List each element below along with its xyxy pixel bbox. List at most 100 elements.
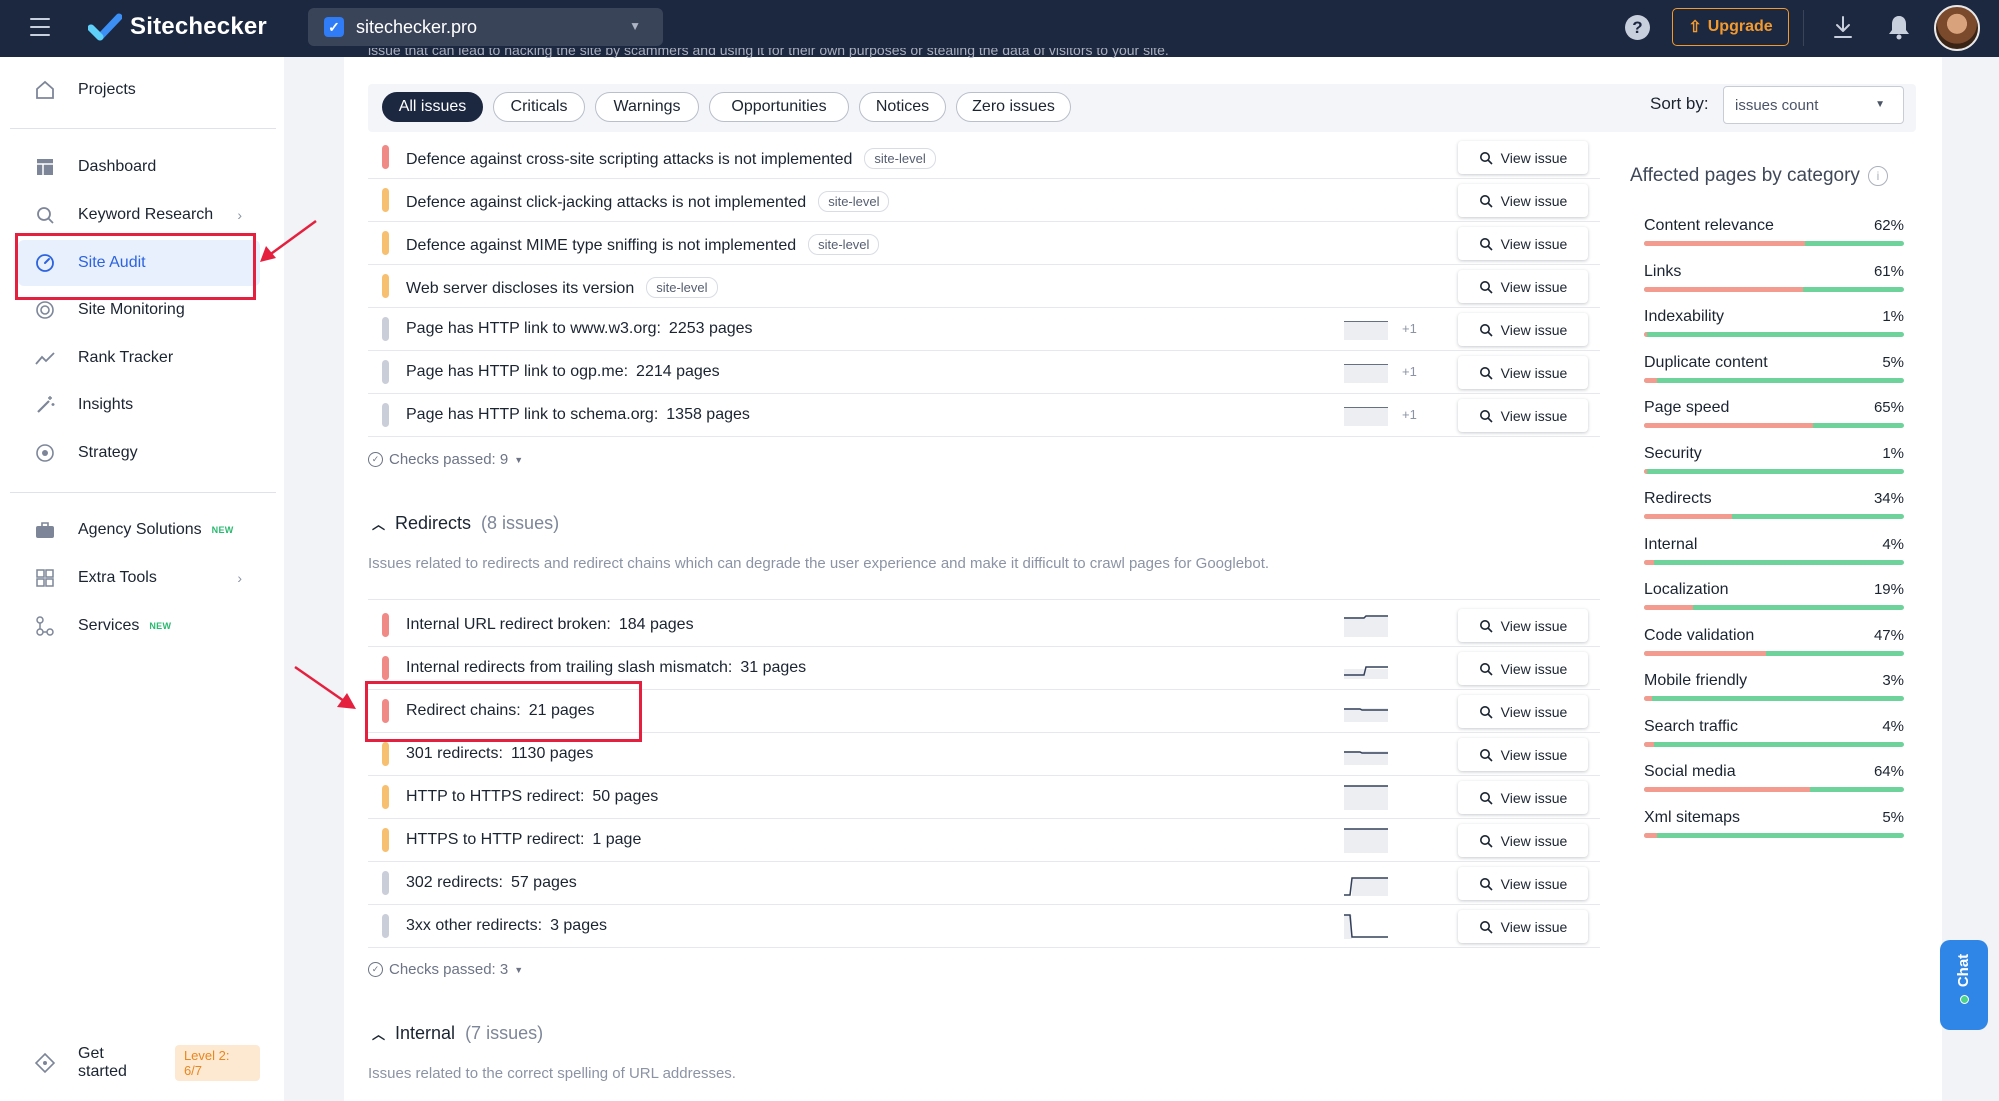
category-progress-fill xyxy=(1644,605,1694,610)
sidebar-item-get-started[interactable]: Get started Level 2: 6/7 xyxy=(18,1040,260,1086)
issue-row[interactable]: 302 redirects: 57 pages View issue xyxy=(368,862,1600,905)
category-row[interactable]: Links 61% xyxy=(1644,263,1904,299)
view-issue-label: View issue xyxy=(1500,703,1568,720)
view-issue-button[interactable]: View issue xyxy=(1458,141,1588,174)
category-percent: 5% xyxy=(1882,808,1904,826)
issue-row[interactable]: Defence against cross-site scripting att… xyxy=(368,136,1600,179)
issue-title: HTTPS to HTTP redirect: 1 page xyxy=(406,831,642,848)
issue-row[interactable]: HTTP to HTTPS redirect: 50 pages View issu… xyxy=(368,776,1600,819)
logo[interactable]: Sitechecker xyxy=(88,12,267,42)
info-icon[interactable]: i xyxy=(1867,166,1888,186)
categories-title-text: Affected pages by category xyxy=(1630,165,1860,186)
view-issue-button[interactable]: View issue xyxy=(1458,910,1588,943)
issue-row[interactable]: 3xx other redirects: 3 pages View issue xyxy=(368,905,1600,948)
help-icon[interactable]: ? xyxy=(1625,15,1650,40)
caret-down-icon: ▼ xyxy=(514,454,524,465)
category-progress-fill xyxy=(1644,468,1647,474)
sidebar-item-strategy[interactable]: Strategy xyxy=(18,430,260,476)
view-issue-button[interactable]: View issue xyxy=(1458,184,1588,217)
upgrade-button[interactable]: ⇧ Upgrade xyxy=(1672,8,1789,46)
issue-row[interactable]: Internal URL redirect broken: 184 pages Vi… xyxy=(368,604,1600,647)
category-row[interactable]: Mobile friendly 3% xyxy=(1644,672,1904,708)
issue-row[interactable]: HTTPS to HTTP redirect: 1 page View issue xyxy=(368,819,1600,862)
sidebar-item-services[interactable]: Services NEW xyxy=(18,603,260,649)
view-issue-label: View issue xyxy=(1500,192,1568,209)
view-issue-button[interactable]: View issue xyxy=(1458,738,1588,771)
category-progress-fill xyxy=(1644,286,1803,292)
issue-row[interactable]: Page has HTTP link to www.w3.org: 2253 pa… xyxy=(368,308,1600,351)
view-issue-button[interactable]: View issue xyxy=(1458,781,1588,814)
category-row[interactable]: Page speed 65% xyxy=(1644,399,1904,435)
category-progress-bar xyxy=(1644,787,1904,792)
category-progress-bar xyxy=(1644,423,1904,428)
filter-opportunities[interactable]: Opportunities xyxy=(709,92,849,122)
category-row[interactable]: Code validation 47% xyxy=(1644,627,1904,663)
search-icon xyxy=(1479,705,1493,719)
view-issue-button[interactable]: View issue xyxy=(1458,867,1588,900)
sidebar-item-dashboard[interactable]: Dashboard xyxy=(18,144,260,190)
filter-all-issues[interactable]: All issues xyxy=(382,92,483,122)
view-issue-button[interactable]: View issue xyxy=(1458,695,1588,728)
category-row[interactable]: Indexability 1% xyxy=(1644,308,1904,344)
issue-row[interactable]: Defence against MIME type sniffing is no… xyxy=(368,222,1600,265)
chat-button[interactable]: Chat xyxy=(1940,940,1988,1030)
category-progress-fill xyxy=(1644,559,1655,565)
filter-warnings[interactable]: Warnings xyxy=(595,92,699,122)
search-icon xyxy=(1479,323,1493,337)
section-internal-header[interactable]: ︿ Internal (7 issues) xyxy=(372,1023,543,1044)
category-row[interactable]: Security 1% xyxy=(1644,445,1904,481)
checks-passed-toggle[interactable]: ✓ Checks passed: 3 ▼ xyxy=(368,961,523,978)
sort-select[interactable]: issues count ▼ xyxy=(1723,86,1904,124)
view-issue-button[interactable]: View issue xyxy=(1458,227,1588,260)
category-row[interactable]: Internal 4% xyxy=(1644,536,1904,572)
sidebar-item-rank-tracker[interactable]: Rank Tracker xyxy=(18,335,260,381)
site-level-tag: site-level xyxy=(646,277,718,298)
category-row[interactable]: Redirects 34% xyxy=(1644,490,1904,526)
issue-row[interactable]: Page has HTTP link to ogp.me: 2214 pages +… xyxy=(368,351,1600,394)
sidebar-item-projects[interactable]: Projects xyxy=(18,67,260,113)
sidebar-item-agency-solutions[interactable]: Agency Solutions NEW xyxy=(18,507,260,553)
sidebar-item-extra-tools[interactable]: Extra Tools › xyxy=(18,555,260,601)
sparkline xyxy=(1344,615,1388,637)
category-row[interactable]: Content relevance 62% xyxy=(1644,217,1904,253)
checks-passed-toggle[interactable]: ✓ Checks passed: 9 ▼ xyxy=(368,451,523,468)
filter-notices[interactable]: Notices xyxy=(859,92,946,122)
view-issue-button[interactable]: View issue xyxy=(1458,313,1588,346)
target-icon xyxy=(34,442,56,464)
avatar[interactable] xyxy=(1934,5,1980,51)
category-row[interactable]: Search traffic 4% xyxy=(1644,718,1904,754)
view-issue-button[interactable]: View issue xyxy=(1458,652,1588,685)
search-icon xyxy=(1479,791,1493,805)
category-row[interactable]: Duplicate content 5% xyxy=(1644,354,1904,390)
sidebar-item-insights[interactable]: Insights xyxy=(18,382,260,428)
view-issue-button[interactable]: View issue xyxy=(1458,399,1588,432)
annotation-highlight-box xyxy=(15,233,256,300)
issue-row[interactable]: Defence against click-jacking attacks is… xyxy=(368,179,1600,222)
view-issue-button[interactable]: View issue xyxy=(1458,270,1588,303)
issue-row[interactable]: Page has HTTP link to schema.org: 1358 pa… xyxy=(368,394,1600,437)
view-issue-button[interactable]: View issue xyxy=(1458,824,1588,857)
issue-row[interactable]: Web server discloses its version site-lev… xyxy=(368,265,1600,308)
category-row[interactable]: Localization 19% xyxy=(1644,581,1904,617)
filter-zero-issues[interactable]: Zero issues xyxy=(956,92,1071,122)
filter-criticals[interactable]: Criticals xyxy=(493,92,585,122)
category-row[interactable]: Social media 64% xyxy=(1644,763,1904,799)
view-issue-button[interactable]: View issue xyxy=(1458,609,1588,642)
sidebar-item-keyword-research[interactable]: Keyword Research › xyxy=(18,192,260,238)
view-issue-label: View issue xyxy=(1500,789,1568,806)
view-issue-label: View issue xyxy=(1500,918,1568,935)
category-progress-bar xyxy=(1644,468,1904,474)
project-selector[interactable]: ✓ sitechecker.pro ▼ xyxy=(308,8,663,46)
sparkline xyxy=(1344,914,1388,939)
view-issue-button[interactable]: View issue xyxy=(1458,356,1588,389)
site-level-tag: site-level xyxy=(864,148,936,169)
download-icon[interactable] xyxy=(1832,14,1854,40)
issue-page-count: 2253 pages xyxy=(668,320,753,337)
section-redirects-header[interactable]: ︿ Redirects (8 issues) xyxy=(372,513,559,534)
issue-page-count: 1358 pages xyxy=(666,406,750,423)
bell-icon[interactable] xyxy=(1887,13,1911,41)
category-name: Xml sitemaps xyxy=(1644,808,1741,826)
menu-icon[interactable] xyxy=(30,18,50,36)
issue-page-count: 50 pages xyxy=(592,788,659,805)
category-row[interactable]: Xml sitemaps 5% xyxy=(1644,809,1904,845)
